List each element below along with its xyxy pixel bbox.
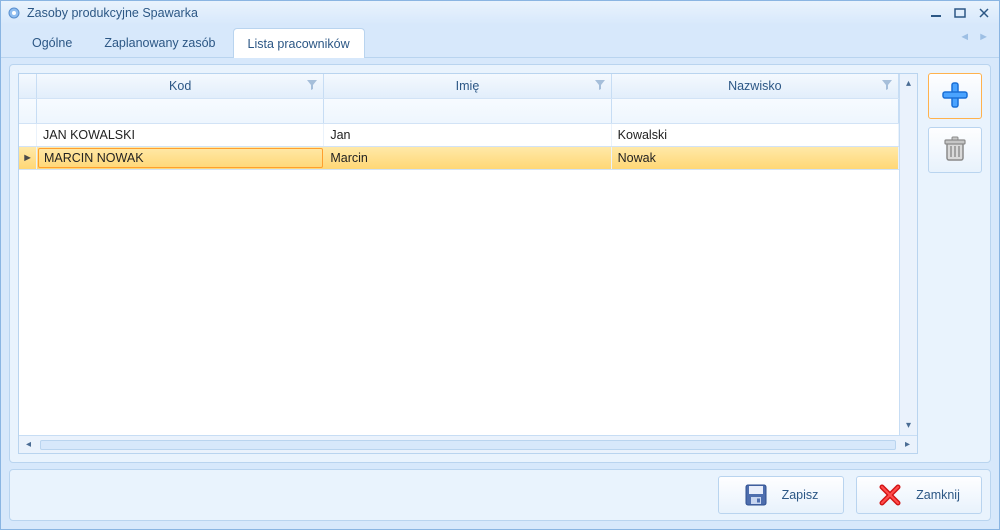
horizontal-scrollbar[interactable]: ◂ ▸ xyxy=(19,435,917,453)
grid-header-nazwisko[interactable]: Nazwisko xyxy=(612,74,899,98)
cell-nazwisko[interactable]: Kowalski xyxy=(612,124,899,146)
maximize-button[interactable] xyxy=(951,6,969,20)
row-indicator: ► xyxy=(19,147,37,169)
current-row-icon: ► xyxy=(22,152,33,164)
scroll-right-icon[interactable]: ▸ xyxy=(900,437,915,452)
cell-kod[interactable]: MARCIN NOWAK xyxy=(38,148,323,168)
grid-header-kod[interactable]: Kod xyxy=(37,74,324,98)
column-label: Kod xyxy=(169,79,191,93)
filter-icon[interactable] xyxy=(882,79,892,93)
app-window: Zasoby produkcyjne Spawarka Ogólne Zapla… xyxy=(0,0,1000,530)
save-button[interactable]: Zapisz xyxy=(718,476,844,514)
delete-button[interactable] xyxy=(928,127,982,173)
table-row[interactable]: JAN KOWALSKI Jan Kowalski xyxy=(19,124,899,147)
grid-filter-indicator xyxy=(19,99,37,123)
row-indicator xyxy=(19,124,37,146)
tab-ogolne[interactable]: Ogólne xyxy=(17,27,87,57)
grid-filter-row xyxy=(19,99,899,124)
scroll-down-icon[interactable]: ▾ xyxy=(901,418,916,433)
grid-header-imie[interactable]: Imię xyxy=(324,74,611,98)
scroll-up-icon[interactable]: ▴ xyxy=(901,76,916,91)
cell-imie[interactable]: Marcin xyxy=(324,147,611,169)
grid-filter-nazwisko[interactable] xyxy=(612,99,899,123)
side-toolbar xyxy=(928,73,982,454)
column-label: Imię xyxy=(456,79,480,93)
filter-icon[interactable] xyxy=(307,79,317,93)
tab-lista-pracownikow[interactable]: Lista pracowników xyxy=(233,28,365,58)
tab-label: Zaplanowany zasób xyxy=(104,36,215,50)
grid-filter-imie[interactable] xyxy=(324,99,611,123)
floppy-icon xyxy=(744,483,768,507)
column-label: Nazwisko xyxy=(728,79,782,93)
filter-icon[interactable] xyxy=(595,79,605,93)
tab-label: Lista pracowników xyxy=(248,37,350,51)
grid-body: JAN KOWALSKI Jan Kowalski ► MARCIN NOWAK… xyxy=(19,124,899,435)
cell-imie[interactable]: Jan xyxy=(324,124,611,146)
close-button-label: Zamknij xyxy=(916,488,960,502)
close-button[interactable]: Zamknij xyxy=(856,476,982,514)
footer-bar: Zapisz Zamknij xyxy=(9,469,991,521)
tab-bar: Ogólne Zaplanowany zasób Lista pracownik… xyxy=(1,25,999,58)
title-bar: Zasoby produkcyjne Spawarka xyxy=(1,1,999,25)
tab-zaplanowany-zasob[interactable]: Zaplanowany zasób xyxy=(89,27,230,57)
plus-icon xyxy=(940,80,970,113)
tab-nav-arrows: ◄ ► xyxy=(959,31,989,43)
minimize-button[interactable] xyxy=(927,6,945,20)
close-icon xyxy=(878,483,902,507)
save-button-label: Zapisz xyxy=(782,488,819,502)
tab-label: Ogólne xyxy=(32,36,72,50)
cell-nazwisko[interactable]: Nowak xyxy=(612,147,899,169)
grid-header-row: Kod Imię Nazwisko xyxy=(19,74,899,99)
close-window-button[interactable] xyxy=(975,6,993,20)
cell-kod[interactable]: JAN KOWALSKI xyxy=(37,124,324,146)
table-row[interactable]: ► MARCIN NOWAK Marcin Nowak xyxy=(19,147,899,170)
employee-grid: Kod Imię Nazwisko xyxy=(18,73,918,454)
tab-nav-prev-icon[interactable]: ◄ xyxy=(959,31,970,43)
grid-filter-kod[interactable] xyxy=(37,99,324,123)
tab-nav-next-icon[interactable]: ► xyxy=(978,31,989,43)
app-icon xyxy=(7,6,21,20)
scrollbar-thumb[interactable] xyxy=(40,440,896,450)
content-panel: Kod Imię Nazwisko xyxy=(9,64,991,463)
trash-icon xyxy=(942,135,968,166)
scroll-left-icon[interactable]: ◂ xyxy=(21,437,36,452)
vertical-scrollbar[interactable]: ▴ ▾ xyxy=(899,74,917,435)
add-button[interactable] xyxy=(928,73,982,119)
grid-header-indicator xyxy=(19,74,37,98)
window-title: Zasoby produkcyjne Spawarka xyxy=(27,6,921,20)
